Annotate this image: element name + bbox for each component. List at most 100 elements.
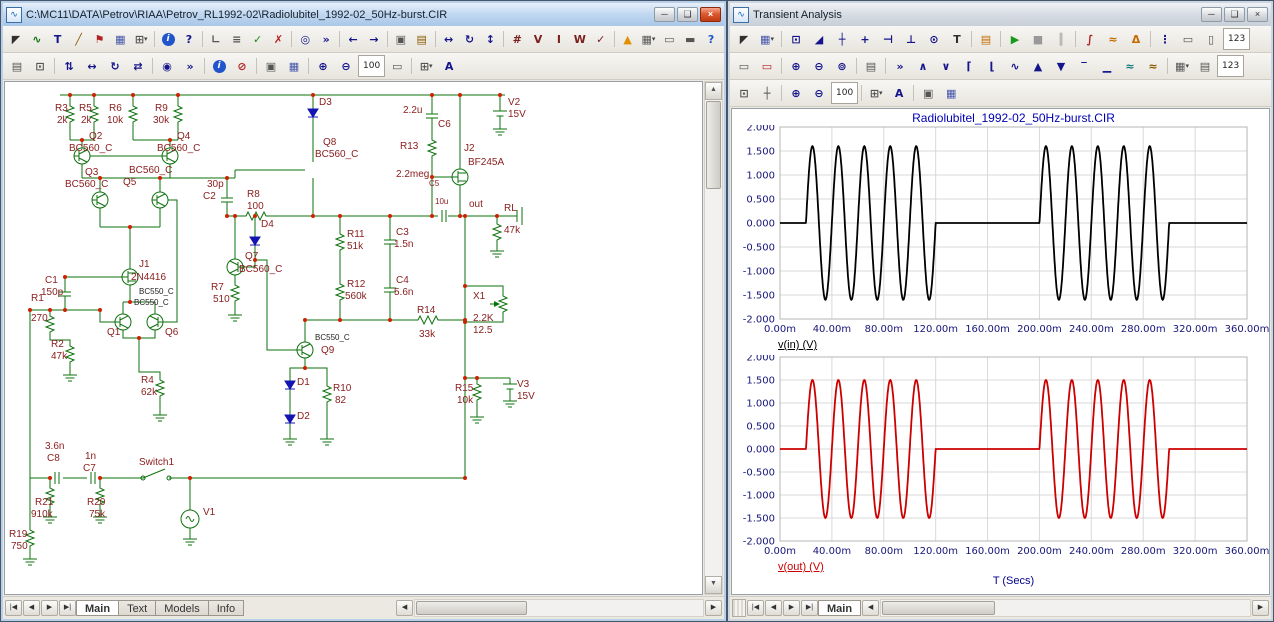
label-list-button[interactable]: ▤ — [1194, 55, 1216, 77]
go-to-x-button[interactable]: » — [889, 55, 911, 77]
waveform-buffer-button[interactable]: ▦▾ — [1171, 55, 1193, 77]
currents-button[interactable]: I — [549, 28, 569, 50]
optimize-button[interactable]: Δ — [1125, 28, 1147, 50]
vin-plot[interactable]: 0.00m40.00m80.00m120.00m160.00m200.00m24… — [732, 125, 1270, 339]
vertical-scroll-track[interactable] — [705, 190, 722, 576]
enable-region-button[interactable]: ✓ — [248, 28, 268, 50]
analysis-limits-button[interactable]: ∫ — [1079, 28, 1101, 50]
nav-first-button[interactable]: |◀ — [747, 600, 764, 616]
flip-box-button[interactable]: ⇄ — [127, 55, 149, 77]
hscroll-right-button[interactable]: ▶ — [705, 600, 722, 616]
hscroll-left-button[interactable]: ◀ — [862, 600, 879, 616]
nav-last-button[interactable]: ▶| — [59, 600, 76, 616]
close-button[interactable]: × — [700, 7, 721, 22]
zoom-mode-button[interactable]: ⊡ — [785, 28, 807, 50]
scale-mode-button[interactable]: ◢ — [808, 28, 830, 50]
pan-button[interactable]: ┼ — [756, 82, 778, 104]
close-button[interactable]: × — [1247, 7, 1268, 22]
nav-previous-button[interactable]: ◀ — [23, 600, 40, 616]
node-numbers-button[interactable]: # — [507, 28, 527, 50]
properties-button[interactable]: ▤ — [975, 28, 997, 50]
no-errors-button[interactable]: ⊘ — [231, 55, 253, 77]
tab-info[interactable]: Info — [208, 600, 244, 616]
mirror-box-button[interactable]: ↔ — [81, 55, 103, 77]
rotate-button[interactable]: ↻ — [460, 28, 480, 50]
zoom-level-button[interactable]: 100 — [358, 55, 385, 77]
add-waveform-button[interactable]: ▭ — [733, 55, 755, 77]
tab-models[interactable]: Models — [155, 600, 208, 616]
warning-button[interactable]: ▲ — [618, 28, 638, 50]
nav-next-button[interactable]: ▶ — [783, 600, 800, 616]
minimize-button[interactable]: ─ — [1201, 7, 1222, 22]
peak-button[interactable]: ∧ — [912, 55, 934, 77]
restore-limit-scales-button[interactable]: ▤ — [860, 55, 882, 77]
stop-button[interactable]: ■ — [1027, 28, 1049, 50]
maximize-button[interactable]: ❑ — [1224, 7, 1245, 22]
maximize-button[interactable]: ❑ — [677, 7, 698, 22]
undo-button[interactable]: ← — [343, 28, 363, 50]
rotate-box-button[interactable]: ↻ — [104, 55, 126, 77]
select-mode-button[interactable]: ◤ — [733, 28, 755, 50]
component-select-button[interactable]: ⊞▾ — [131, 28, 151, 50]
series-label-vin[interactable]: v(in) (V) — [778, 339, 817, 351]
hscroll-left-button[interactable]: ◀ — [396, 600, 413, 616]
horizontal-scrollbar[interactable] — [414, 599, 704, 617]
envelope-lower-button[interactable]: ≈ — [1142, 55, 1164, 77]
pages-button[interactable]: ▭ — [1177, 28, 1199, 50]
point-tag-button[interactable]: + — [854, 28, 876, 50]
node-voltages-button[interactable]: V — [528, 28, 548, 50]
title-block-button[interactable]: ▬ — [680, 28, 700, 50]
disable-region-button[interactable]: ✗ — [269, 28, 289, 50]
zoom-in-button[interactable]: ⊕ — [785, 82, 807, 104]
delete-waveform-button[interactable]: ▭ — [756, 55, 778, 77]
copy-picture-button[interactable]: ▦ — [283, 55, 305, 77]
select-box-button[interactable]: ⊡ — [29, 55, 51, 77]
nav-previous-button[interactable]: ◀ — [765, 600, 782, 616]
series-label-vout[interactable]: v(out) (V) — [778, 561, 824, 573]
scroll-down-icon[interactable]: ▼ — [705, 576, 722, 594]
paste-button[interactable]: ▤ — [412, 28, 432, 50]
analysis-titlebar[interactable]: Transient Analysis ─ ❑ × — [730, 3, 1271, 26]
low-button[interactable]: ⌊ — [981, 55, 1003, 77]
nav-first-button[interactable]: |◀ — [5, 600, 22, 616]
nav-last-button[interactable]: ▶| — [801, 600, 818, 616]
zoom-in-button[interactable]: ⊕ — [312, 55, 334, 77]
top-button[interactable]: ‾ — [1073, 55, 1095, 77]
flag-mode-button[interactable]: ⚑ — [90, 28, 110, 50]
global-low-button[interactable]: ▼ — [1050, 55, 1072, 77]
zoom-out-button[interactable]: ⊖ — [335, 55, 357, 77]
high-button[interactable]: ⌈ — [958, 55, 980, 77]
horizontal-scroll-thumb[interactable] — [882, 601, 995, 615]
border-button[interactable]: ▭ — [659, 28, 679, 50]
tracker-button[interactable]: ⊙ — [923, 28, 945, 50]
page-button[interactable]: ▭ — [386, 55, 408, 77]
cursor-mode-button[interactable]: ┼ — [831, 28, 853, 50]
copy-picture-button[interactable]: ▦ — [940, 82, 962, 104]
vertical-scrollbar[interactable]: ▲ ▼ — [704, 81, 723, 595]
step-box-button[interactable]: ⇅ — [58, 55, 80, 77]
watch-button[interactable]: ▯ — [1200, 28, 1222, 50]
vertical-tag-button[interactable]: ⊥ — [900, 28, 922, 50]
horizontal-tag-button[interactable]: ⊣ — [877, 28, 899, 50]
valley-button[interactable]: ∨ — [935, 55, 957, 77]
grid-button[interactable]: ▦▾ — [639, 28, 659, 50]
flip-button[interactable]: ↕ — [480, 28, 500, 50]
schematic-titlebar[interactable]: C:\MC11\DATA\Petrov\RIAA\Petrov_RL1992-0… — [3, 3, 724, 26]
help-button[interactable]: ? — [701, 28, 721, 50]
data-points-button[interactable]: ⋮ — [1154, 28, 1176, 50]
vout-plot[interactable]: 0.00m40.00m80.00m120.00m160.00m200.00m24… — [732, 355, 1270, 561]
zoom-out-button[interactable]: ⊖ — [808, 82, 830, 104]
horizontal-scrollbar[interactable] — [880, 599, 1251, 617]
horizontal-scroll-thumb[interactable] — [416, 601, 527, 615]
graph-select-button[interactable]: ▦▾ — [756, 28, 778, 50]
text-mode-button[interactable]: T — [48, 28, 68, 50]
bottom-button[interactable]: ▁ — [1096, 55, 1118, 77]
calculator-button[interactable]: 123 — [1217, 55, 1244, 77]
bus-mode-button[interactable]: ≡ — [227, 28, 247, 50]
tab-main[interactable]: Main — [76, 600, 119, 616]
run-button[interactable]: ▶ — [1004, 28, 1026, 50]
select-mode-button[interactable]: ◤ — [6, 28, 26, 50]
auto-scale-button[interactable]: ⊚ — [831, 55, 853, 77]
line-mode-button[interactable]: ╱ — [69, 28, 89, 50]
font-button[interactable]: A — [438, 55, 460, 77]
